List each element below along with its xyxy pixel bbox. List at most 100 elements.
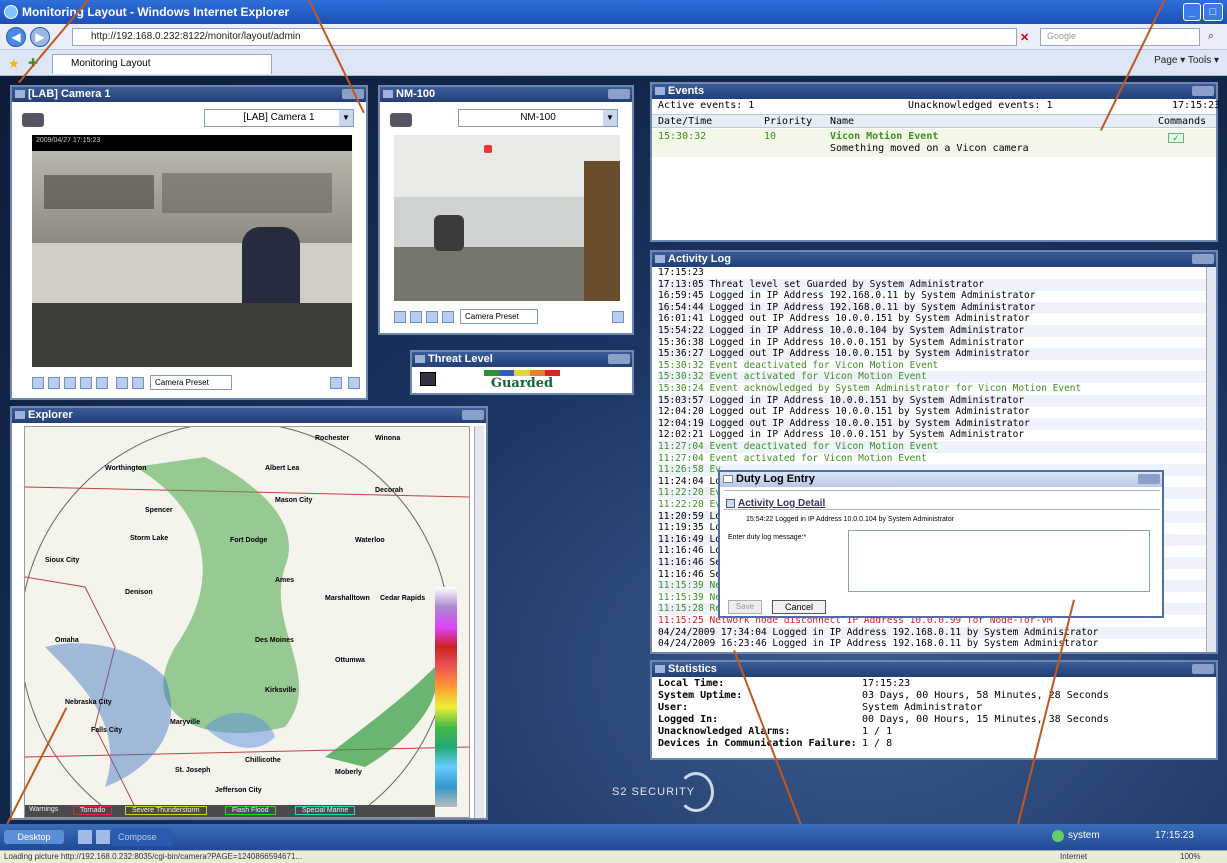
activity-log-entry[interactable]: 17:13:05 Threat level set Guarded by Sys…	[658, 278, 1206, 291]
quicklaunch-icon[interactable]	[78, 830, 92, 844]
detail-title[interactable]: Activity Log Detail	[738, 498, 825, 509]
forward-icon[interactable]: ▶	[30, 27, 50, 47]
home-icon[interactable]	[32, 377, 44, 389]
acknowledge-check-icon[interactable]: ✓	[1168, 133, 1184, 143]
search-icon[interactable]: ⌕	[1208, 30, 1214, 43]
panel-window-buttons[interactable]	[1192, 664, 1214, 674]
activity-log-entry[interactable]: 15:30:32 Event activated for Vicon Motio…	[658, 371, 1206, 384]
events-header: Events	[652, 84, 1216, 99]
activity-log-entry[interactable]: 12:02:21 Logged in IP Address 10.0.0.151…	[658, 429, 1206, 441]
back-icon[interactable]: ◀	[6, 27, 26, 47]
panel-window-buttons[interactable]	[608, 89, 630, 99]
activity-log-entry[interactable]: 12:04:19 Logged out IP Address 10.0.0.15…	[658, 417, 1206, 430]
explorer-scrollbar[interactable]	[474, 426, 484, 818]
maximize-button[interactable]: □	[1203, 3, 1223, 21]
activity-log-entry[interactable]: 15:30:24 Event acknowledged by System Ad…	[658, 383, 1206, 395]
activity-log-entry[interactable]: 12:04:20 Logged out IP Address 10.0.0.15…	[658, 406, 1206, 418]
duty-log-prompt: Enter duty log message:*	[728, 534, 807, 541]
snapshot-icon[interactable]	[612, 311, 624, 323]
panel-window-buttons[interactable]	[1192, 254, 1214, 264]
activity-log-header: Activity Log	[652, 252, 1216, 267]
camera1-select[interactable]: [LAB] Camera 1 ▼	[204, 109, 354, 127]
duty-log-message-input[interactable]	[848, 530, 1150, 592]
zoom-level[interactable]: 100%	[1180, 852, 1200, 861]
tilt-up-icon[interactable]	[48, 377, 60, 389]
col-priority[interactable]: Priority	[764, 116, 812, 127]
map-city-label: Des Moines	[255, 637, 294, 644]
camera1-preset-select[interactable]: Camera Preset	[150, 375, 232, 390]
unack-events-count: Unacknowledged events: 1	[908, 100, 1053, 111]
active-events-count: Active events: 1	[658, 100, 755, 111]
activity-log-entry[interactable]: 04/24/2009 16:23:46 Logged in IP Address…	[658, 638, 1206, 650]
pan-left-icon[interactable]	[80, 377, 92, 389]
panel-window-buttons[interactable]	[462, 410, 484, 420]
activity-log-entry[interactable]: 16:01:41 Logged out IP Address 10.0.0.15…	[658, 313, 1206, 325]
url-field[interactable]: http://192.168.0.232:8122/monitor/layout…	[72, 28, 1017, 46]
tilt-up-icon[interactable]	[394, 311, 406, 323]
panel-icon	[655, 665, 665, 673]
status-bar: Loading picture http://192.168.0.232:803…	[0, 850, 1227, 863]
legend-tornado-button[interactable]: Tornado	[73, 806, 113, 815]
legend-flood-button[interactable]: Flash Flood	[225, 806, 276, 815]
threat-level-value: Guarded	[490, 376, 554, 391]
panel-window-buttons[interactable]	[1192, 86, 1214, 96]
col-commands[interactable]: Commands	[1158, 116, 1206, 127]
minimize-button[interactable]: _	[1183, 3, 1201, 21]
favorites-star-icon[interactable]: ★	[8, 56, 20, 72]
weather-radar-map[interactable]: Rochester Winona Worthington Albert Lea …	[24, 426, 470, 818]
dialog-window-buttons[interactable]	[1138, 474, 1160, 484]
camera2-select[interactable]: NM-100 ▼	[458, 109, 618, 127]
zoom-out-icon[interactable]	[132, 377, 144, 389]
tilt-down-icon[interactable]	[64, 377, 76, 389]
panel-window-buttons[interactable]	[608, 354, 630, 364]
legend-marine-button[interactable]: Special Marine	[295, 806, 356, 815]
compose-button[interactable]: Compose	[112, 828, 172, 846]
save-button[interactable]: Save	[728, 600, 762, 614]
stop-icon[interactable]: ✕	[1020, 31, 1029, 44]
snapshot-icon[interactable]	[330, 377, 342, 389]
tilt-down-icon[interactable]	[410, 311, 422, 323]
window-title-bar: Monitoring Layout - Windows Internet Exp…	[0, 0, 1227, 24]
zoom-in-icon[interactable]	[116, 377, 128, 389]
tab-monitoring-layout[interactable]: Monitoring Layout	[52, 54, 272, 74]
activity-log-entry[interactable]: 15:36:27 Logged out IP Address 10.0.0.15…	[658, 348, 1206, 361]
activity-log-entry[interactable]: 11:27:04 Event activated for Vicon Motio…	[658, 453, 1206, 465]
user-icon	[1052, 830, 1064, 842]
map-city-label: Omaha	[55, 637, 79, 644]
activity-log-entry[interactable]: 15:36:38 Logged in IP Address 10.0.0.151…	[658, 337, 1206, 349]
camera1-video[interactable]: 2009/04/27 17:15:23	[32, 135, 352, 367]
camera2-video[interactable]	[394, 135, 620, 301]
cancel-button[interactable]: Cancel	[772, 600, 826, 614]
activity-log-entry[interactable]: 15:54:22 Logged in IP Address 10.0.0.104…	[658, 325, 1206, 337]
map-city-label: Fort Dodge	[230, 537, 268, 544]
quicklaunch-icon[interactable]	[96, 830, 110, 844]
event-name[interactable]: Vicon Motion Event	[830, 131, 938, 142]
activity-log-scrollbar[interactable]	[1206, 267, 1216, 652]
popout-icon[interactable]	[348, 377, 360, 389]
map-city-label: Jefferson City	[215, 787, 262, 794]
activity-log-entry[interactable]: 17:15:23	[658, 267, 1206, 279]
desktop-button[interactable]: Desktop	[4, 830, 64, 844]
event-row[interactable]: 15:30:32 10 Vicon Motion Event Something…	[652, 129, 1216, 157]
activity-log-entry[interactable]: 16:54:44 Logged in IP Address 192.168.0.…	[658, 301, 1206, 314]
camera2-preset-select[interactable]: Camera Preset	[460, 309, 538, 324]
taskbar-user[interactable]: system	[1068, 830, 1100, 841]
stat-label: System Uptime:	[658, 690, 743, 701]
explorer-header: Explorer	[12, 408, 486, 423]
legend-severe-button[interactable]: Severe Thunderstorm	[125, 806, 207, 815]
pan-right-icon[interactable]	[442, 311, 454, 323]
pan-left-icon[interactable]	[426, 311, 438, 323]
pan-right-icon[interactable]	[96, 377, 108, 389]
activity-log-entry[interactable]: 15:30:32 Event deactivated for Vicon Mot…	[658, 360, 1206, 372]
activity-log-entry[interactable]: 11:27:04 Event deactivated for Vicon Mot…	[658, 441, 1206, 453]
search-input[interactable]: Google	[1040, 28, 1200, 46]
command-bar[interactable]: Page ▾ Tools ▾	[1154, 55, 1219, 66]
col-name[interactable]: Name	[830, 116, 854, 127]
col-datetime[interactable]: Date/Time	[658, 116, 712, 127]
stat-label: Logged In:	[658, 714, 719, 725]
activity-log-entry[interactable]: 15:03:57 Logged in IP Address 10.0.0.151…	[658, 394, 1206, 407]
map-city-label: Decorah	[375, 487, 404, 494]
camera1-timestamp: 2009/04/27 17:15:23	[32, 135, 352, 151]
activity-log-entry[interactable]: 16:59:45 Logged in IP Address 192.168.0.…	[658, 290, 1206, 302]
activity-log-entry[interactable]: 04/24/2009 17:34:04 Logged in IP Address…	[658, 626, 1206, 639]
